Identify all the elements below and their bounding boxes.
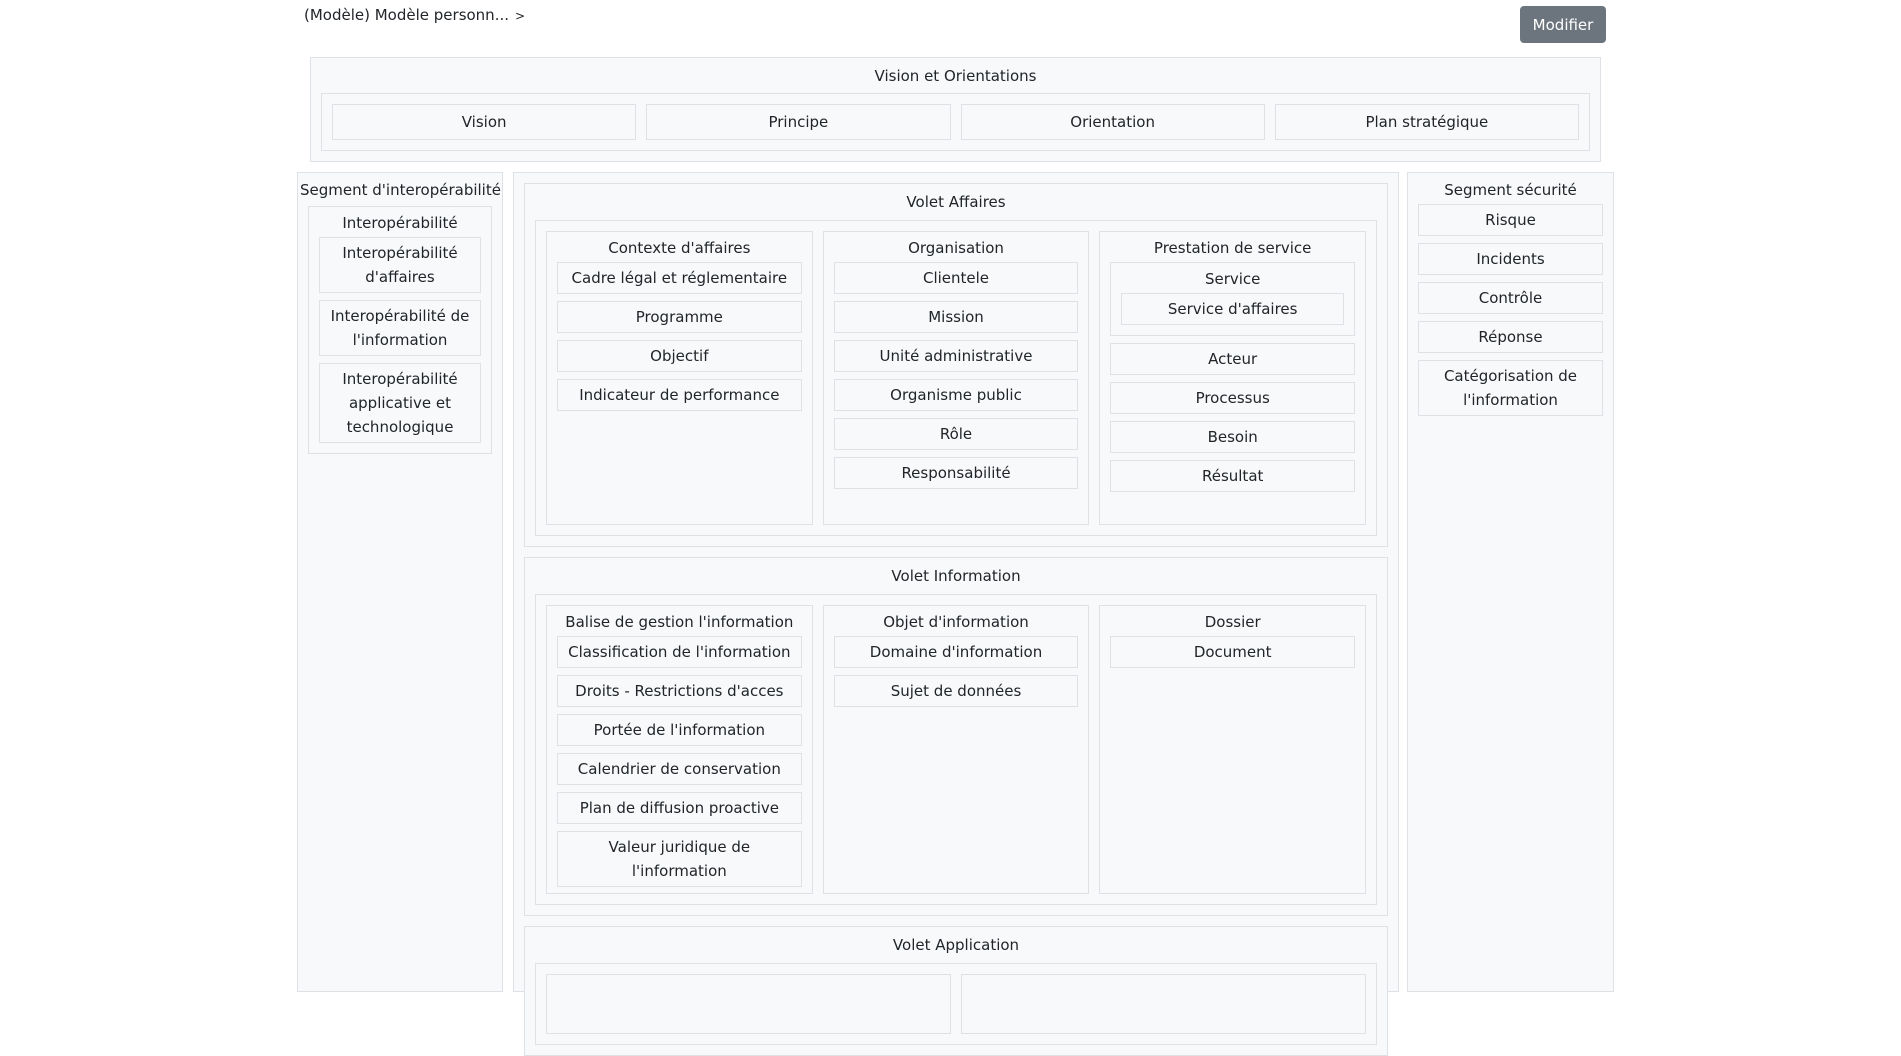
objet-information-column: Objet d'information Domaine d'informatio… xyxy=(822,605,1090,894)
interop-item[interactable]: Interopérabilité applicative et technolo… xyxy=(319,363,481,443)
list-item[interactable]: Service d'affaires xyxy=(1121,293,1345,325)
list-item[interactable]: Plan de diffusion proactive xyxy=(557,792,802,824)
service-group: Service Service d'affaires xyxy=(1110,262,1356,336)
volet-affaires: Volet Affaires Contexte d'affaires Cadre… xyxy=(524,183,1388,547)
vision-orientations-section: Vision et Orientations Vision Principe O… xyxy=(310,57,1601,162)
orientation-item[interactable]: Orientation xyxy=(960,104,1265,140)
modify-button[interactable]: Modifier xyxy=(1520,6,1606,43)
list-item[interactable]: Responsabilité xyxy=(833,457,1079,489)
volet-title: Volet Affaires xyxy=(906,193,1006,211)
breadcrumb: (Modèle) Modèle personn... > xyxy=(304,6,525,24)
list-item[interactable]: Cadre légal et réglementaire xyxy=(557,262,802,294)
volet-information: Volet Information Balise de gestion l'in… xyxy=(524,557,1388,916)
volet-application: Volet Application xyxy=(524,926,1388,1056)
list-item[interactable]: Clientele xyxy=(833,262,1079,294)
column-title: Balise de gestion l'information xyxy=(565,613,794,631)
prestation-service-column: Prestation de service Service Service d'… xyxy=(1099,231,1367,525)
list-item[interactable]: Sujet de données xyxy=(833,675,1079,707)
list-item[interactable]: Rôle xyxy=(833,418,1079,450)
list-item[interactable]: Mission xyxy=(833,301,1079,333)
interoperabilite-group: Interopérabilité Interopérabilité d'affa… xyxy=(308,206,492,454)
list-item[interactable]: Acteur xyxy=(1110,343,1356,375)
balise-gestion-column: Balise de gestion l'information Classifi… xyxy=(546,605,813,894)
securite-item[interactable]: Risque xyxy=(1418,204,1603,236)
list-item[interactable]: Indicateur de performance xyxy=(557,379,802,411)
list-item[interactable]: Organisme public xyxy=(833,379,1079,411)
securite-item[interactable]: Contrôle xyxy=(1418,282,1603,314)
list-item[interactable]: Droits - Restrictions d'acces xyxy=(557,675,802,707)
list-item[interactable]: Unité administrative xyxy=(833,340,1079,372)
list-item[interactable]: Objectif xyxy=(557,340,802,372)
segment-securite: Segment sécurité Risque Incidents Contrô… xyxy=(1407,172,1614,992)
breadcrumb-separator: > xyxy=(515,9,526,23)
list-item[interactable]: Programme xyxy=(557,301,802,333)
securite-item[interactable]: Catégorisation de l'information xyxy=(1418,360,1603,416)
list-item[interactable]: Besoin xyxy=(1110,421,1356,453)
breadcrumb-model-link[interactable]: (Modèle) Modèle personn... xyxy=(304,6,509,24)
segment-title: Segment sécurité xyxy=(1444,181,1577,199)
column-title: Dossier xyxy=(1204,613,1261,631)
vision-item[interactable]: Vision xyxy=(332,104,637,140)
volet-title: Volet Application xyxy=(892,936,1020,954)
application-column xyxy=(546,974,951,1034)
principe-item[interactable]: Principe xyxy=(646,104,951,140)
section-title: Vision et Orientations xyxy=(874,67,1037,85)
list-item[interactable]: Calendrier de conservation xyxy=(557,753,802,785)
list-item[interactable]: Portée de l'information xyxy=(557,714,802,746)
vision-row: Vision Principe Orientation Plan stratég… xyxy=(321,93,1590,151)
plan-strategique-item[interactable]: Plan stratégique xyxy=(1274,104,1579,140)
list-item[interactable]: Valeur juridique de l'information xyxy=(557,831,802,887)
organisation-column: Organisation Clientele Mission Unité adm… xyxy=(822,231,1090,525)
segment-title: Segment d'interopérabilité xyxy=(300,181,501,199)
volet-title: Volet Information xyxy=(891,567,1021,585)
segment-interoperabilite: Segment d'interopérabilité Interopérabil… xyxy=(297,172,503,992)
interop-item[interactable]: Interopérabilité d'affaires xyxy=(319,237,481,293)
list-item[interactable]: Document xyxy=(1110,636,1356,668)
list-item[interactable]: Résultat xyxy=(1110,460,1356,492)
column-title: Organisation xyxy=(908,239,1004,257)
column-title: Prestation de service xyxy=(1153,239,1312,257)
list-item[interactable]: Processus xyxy=(1110,382,1356,414)
application-column xyxy=(961,974,1366,1034)
securite-item[interactable]: Réponse xyxy=(1418,321,1603,353)
list-item[interactable]: Domaine d'information xyxy=(833,636,1079,668)
contexte-affaires-column: Contexte d'affaires Cadre légal et régle… xyxy=(546,231,813,525)
list-item[interactable]: Classification de l'information xyxy=(557,636,802,668)
dossier-column: Dossier Document xyxy=(1099,605,1367,894)
securite-item[interactable]: Incidents xyxy=(1418,243,1603,275)
group-title: Interopérabilité xyxy=(342,214,458,232)
column-title: Objet d'information xyxy=(883,613,1029,631)
interop-item[interactable]: Interopérabilité de l'information xyxy=(319,300,481,356)
column-title: Contexte d'affaires xyxy=(608,239,751,257)
volets-container: Volet Affaires Contexte d'affaires Cadre… xyxy=(513,172,1399,1056)
group-title[interactable]: Service xyxy=(1121,263,1344,293)
